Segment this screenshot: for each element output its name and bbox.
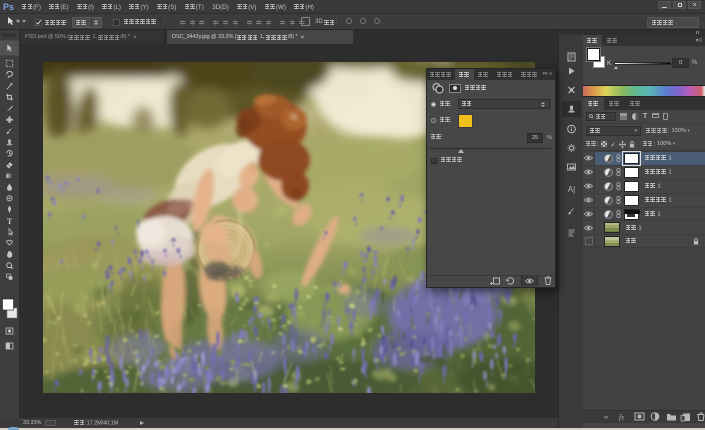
- svg-text:fx: fx: [619, 414, 625, 422]
- svg-text:T: T: [7, 217, 13, 226]
- svg-text:A|: A|: [568, 185, 575, 194]
- svg-text:∞: ∞: [604, 415, 608, 421]
